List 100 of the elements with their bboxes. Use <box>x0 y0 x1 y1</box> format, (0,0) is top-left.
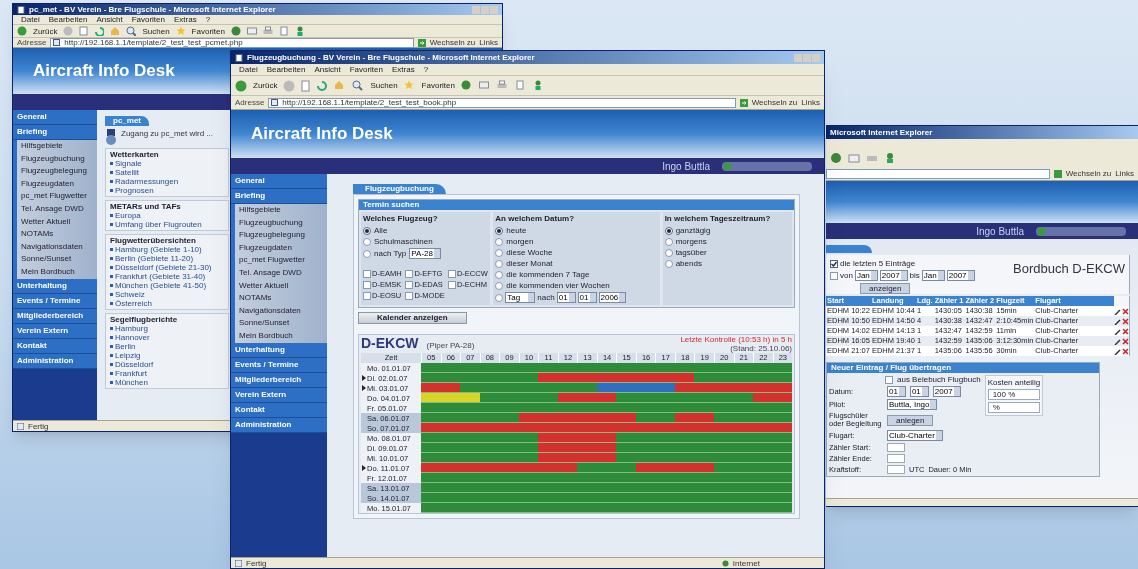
address-field[interactable]: http://192.168.1.1/template/2_test_test_book.php <box>268 97 736 108</box>
document-icon[interactable] <box>278 26 289 36</box>
favorites-button[interactable]: Favoriten <box>421 81 455 90</box>
page-icon[interactable] <box>79 26 89 36</box>
checkbox[interactable] <box>447 269 456 278</box>
sidebar-item[interactable]: Flugzeugbelegung <box>235 229 327 242</box>
box-link[interactable]: Hamburg <box>115 324 148 333</box>
sidebar-item[interactable]: Flugzeugdaten <box>17 177 97 191</box>
select-field[interactable]: 01 <box>577 292 597 303</box>
select-field[interactable]: Jan <box>921 270 945 281</box>
radio-button[interactable] <box>664 226 673 235</box>
links-button[interactable]: Links <box>479 38 498 47</box>
box-link[interactable]: Hannover <box>115 333 150 342</box>
menu-item[interactable]: ? <box>423 65 429 74</box>
sidebar-item[interactable]: Flugzeugbuchung <box>235 216 327 230</box>
box-link[interactable]: Satellit <box>115 168 139 177</box>
show-calendar-button[interactable]: Kalender anzeigen <box>358 312 467 324</box>
sidebar-item[interactable]: Flugzeugbuchung <box>17 152 97 166</box>
menu-item[interactable]: Datei <box>21 15 40 24</box>
menu-item[interactable]: Extras <box>392 65 415 74</box>
sidebar-item[interactable]: Hilfsgebiete <box>235 204 327 217</box>
box-link[interactable]: Düsseldorf (Gebiete 21-30) <box>115 263 212 272</box>
radio-button[interactable] <box>363 249 371 258</box>
sidebar-section[interactable]: Briefing <box>231 189 327 204</box>
delete-icon[interactable] <box>1122 317 1129 325</box>
select-field[interactable]: 01 <box>887 386 906 397</box>
sidebar-item[interactable]: Mein Bordbuch <box>235 329 327 343</box>
box-link[interactable]: München <box>115 378 148 387</box>
radio-button[interactable] <box>664 259 673 268</box>
checkbox[interactable] <box>405 291 414 300</box>
sidebar-item[interactable]: Flugzeugdaten <box>235 241 327 255</box>
content-tab[interactable] <box>826 245 872 253</box>
menu-item[interactable]: Extras <box>174 15 197 24</box>
radio-button[interactable] <box>495 237 504 246</box>
checkbox[interactable] <box>405 269 414 278</box>
links-button[interactable]: Links <box>801 98 820 107</box>
box-link[interactable]: Signale <box>115 159 142 168</box>
refresh-icon[interactable] <box>316 79 329 92</box>
radio-button[interactable] <box>495 248 504 257</box>
go-button[interactable]: Wechseln zu <box>751 98 798 107</box>
checkbox[interactable] <box>363 280 371 289</box>
sidebar-item[interactable]: pc_met Flugwetter <box>235 254 327 267</box>
sidebar-item[interactable]: Wetter Aktuell <box>235 279 327 293</box>
address-field[interactable] <box>826 168 1050 179</box>
mail-icon[interactable] <box>478 79 491 92</box>
content-tab[interactable]: Flugzeugbuchung <box>353 184 446 194</box>
select-field[interactable]: Tag <box>505 292 536 303</box>
input-field[interactable] <box>887 465 905 474</box>
mail-icon[interactable] <box>848 152 860 164</box>
sidebar-item[interactable]: Tel. Ansage DWD <box>235 266 327 280</box>
box-link[interactable]: München (Gebiete 41-50) <box>115 281 207 290</box>
add-button[interactable]: anlegen <box>887 414 934 426</box>
select-field[interactable]: Jan <box>854 270 878 281</box>
radio-button[interactable] <box>363 226 371 235</box>
document-icon[interactable] <box>514 79 527 92</box>
radio-button[interactable] <box>495 293 504 302</box>
star-icon[interactable] <box>175 26 186 36</box>
input-field[interactable] <box>887 454 905 463</box>
share-field[interactable]: 100 % <box>987 389 1041 400</box>
sidebar-item[interactable]: Navigationsdaten <box>17 240 97 254</box>
box-link[interactable]: Frankfurt <box>115 369 147 378</box>
radio-button[interactable] <box>495 281 504 290</box>
back-button[interactable]: Zurück <box>253 81 278 90</box>
show-button[interactable]: anzeigen <box>860 283 911 294</box>
box-link[interactable]: Österreich <box>115 299 152 308</box>
go-button[interactable]: Wechseln zu <box>1065 169 1112 178</box>
go-arrow-icon[interactable] <box>417 38 426 47</box>
select-field[interactable]: 2007 <box>932 386 961 397</box>
menu-item[interactable]: Bearbeiten <box>48 15 88 24</box>
delete-icon[interactable] <box>1122 327 1129 335</box>
checkbox[interactable] <box>363 269 371 278</box>
radio-button[interactable] <box>495 226 504 235</box>
sidebar-item[interactable]: NOTAMs <box>235 292 327 305</box>
delete-icon[interactable] <box>1122 337 1129 345</box>
radio-button[interactable] <box>664 237 673 246</box>
sidebar-item[interactable]: Mein Bordbuch <box>17 265 97 279</box>
messenger-icon[interactable] <box>884 152 896 164</box>
checkbox[interactable] <box>405 280 414 289</box>
menu-item[interactable]: Bearbeiten <box>266 65 306 74</box>
favorites-button[interactable]: Favoriten <box>191 26 225 36</box>
sidebar-section[interactable]: General <box>13 110 97 125</box>
select-field[interactable]: Buttla, Ingo <box>887 399 938 410</box>
checkbox[interactable] <box>885 375 893 384</box>
box-link[interactable]: Leipzig <box>115 351 141 360</box>
search-button[interactable]: Suchen <box>370 81 398 90</box>
box-link[interactable]: Berlin (Gebiete 11-20) <box>115 254 194 263</box>
select-field[interactable]: Club-Charter <box>887 430 943 441</box>
sidebar-item[interactable]: NOTAMs <box>17 228 97 241</box>
page-icon[interactable] <box>301 79 311 92</box>
sidebar-item[interactable]: Navigationsdaten <box>235 304 327 318</box>
search-icon[interactable] <box>126 26 137 36</box>
search-icon[interactable] <box>352 79 365 92</box>
box-link[interactable]: Europa <box>115 211 141 220</box>
globe-icon[interactable] <box>830 152 842 164</box>
radio-button[interactable] <box>495 270 504 279</box>
menu-item[interactable]: ? <box>205 15 211 24</box>
menu-item[interactable]: Datei <box>239 65 258 74</box>
select-field[interactable]: PA-28 <box>409 248 441 259</box>
radio-button[interactable] <box>664 248 673 257</box>
globe-icon[interactable] <box>460 79 473 92</box>
